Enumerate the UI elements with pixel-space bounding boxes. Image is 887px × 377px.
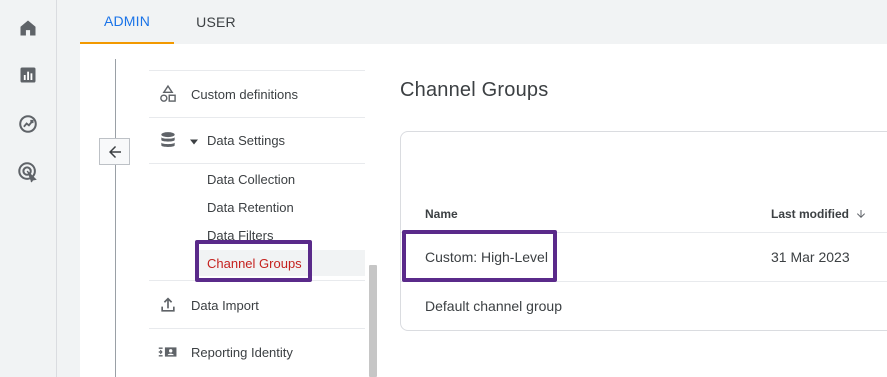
menu-divider bbox=[149, 328, 365, 329]
table-row[interactable]: Default channel group bbox=[401, 282, 887, 330]
menu-item-data-settings[interactable]: Data Settings bbox=[149, 127, 365, 153]
menu-label: Data Import bbox=[191, 297, 259, 313]
row-name: Default channel group bbox=[425, 298, 562, 314]
admin-main-panel: Custom definitions Data Settings Data Co… bbox=[80, 44, 887, 377]
sub-item-data-retention[interactable]: Data Retention bbox=[207, 200, 294, 215]
column-header-name[interactable]: Name bbox=[425, 207, 458, 221]
highlight-box-channel-groups bbox=[195, 240, 312, 282]
property-settings-menu: Custom definitions Data Settings Data Co… bbox=[149, 44, 365, 377]
column-header-label: Last modified bbox=[771, 207, 850, 221]
menu-scrollbar[interactable] bbox=[369, 265, 377, 377]
menu-label: Data Settings bbox=[207, 132, 286, 148]
tab-admin[interactable]: ADMIN bbox=[80, 0, 174, 44]
menu-label: Custom definitions bbox=[191, 86, 298, 102]
menu-item-data-import[interactable]: Data Import bbox=[149, 292, 365, 318]
sort-arrow-down-icon bbox=[857, 210, 866, 218]
caret-down-icon bbox=[189, 135, 199, 150]
menu-label: Reporting Identity bbox=[191, 344, 293, 360]
menu-divider bbox=[149, 70, 365, 71]
advertising-icon[interactable] bbox=[16, 160, 40, 184]
menu-divider bbox=[149, 163, 365, 164]
tab-user[interactable]: USER bbox=[174, 0, 258, 44]
sub-item-data-collection[interactable]: Data Collection bbox=[207, 172, 295, 187]
reports-icon[interactable] bbox=[16, 63, 40, 87]
column-divider-line bbox=[115, 59, 116, 377]
database-icon bbox=[158, 130, 178, 150]
highlight-box-custom-high-level bbox=[402, 230, 557, 282]
home-icon[interactable] bbox=[16, 16, 40, 40]
admin-user-tabbar: ADMIN USER bbox=[80, 0, 887, 44]
upload-icon bbox=[158, 295, 178, 315]
page-title: Channel Groups bbox=[400, 79, 549, 101]
left-nav-rail bbox=[0, 0, 57, 377]
menu-divider bbox=[149, 117, 365, 118]
row-last-modified: 31 Mar 2023 bbox=[771, 249, 850, 265]
arrow-back-icon bbox=[108, 145, 121, 158]
shapes-icon bbox=[158, 84, 178, 104]
column-header-last-modified[interactable]: Last modified bbox=[771, 207, 867, 221]
menu-item-reporting-identity[interactable]: Reporting Identity bbox=[149, 339, 365, 365]
collapse-back-button[interactable] bbox=[99, 138, 130, 165]
identity-icon bbox=[158, 342, 178, 362]
menu-item-custom-definitions[interactable]: Custom definitions bbox=[149, 81, 365, 107]
explore-icon[interactable] bbox=[16, 112, 40, 136]
